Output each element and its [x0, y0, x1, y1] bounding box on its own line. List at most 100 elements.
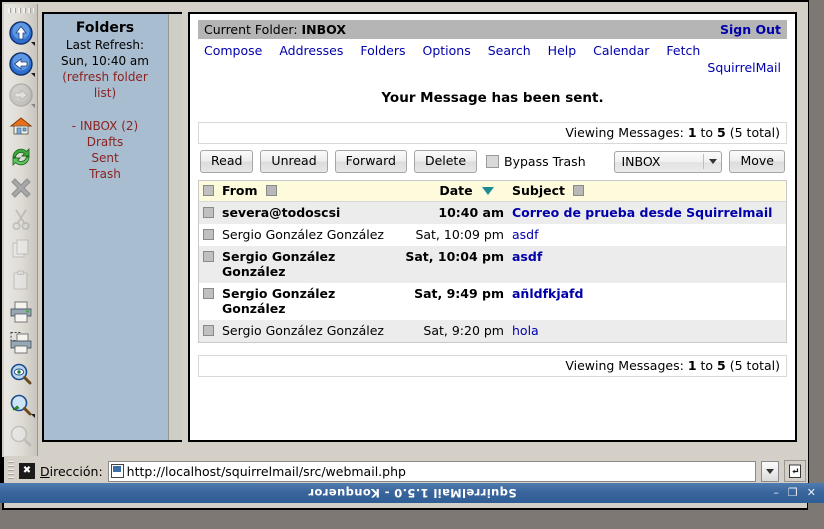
sign-out-link[interactable]: Sign Out	[720, 22, 781, 37]
row-checkbox-cell[interactable]	[199, 283, 219, 320]
row-subject-link[interactable]: hola	[512, 323, 539, 338]
select-arrow-box[interactable]	[703, 154, 721, 169]
forward-button[interactable]: Forward	[335, 150, 407, 173]
row-subject[interactable]: asdf	[508, 224, 787, 246]
current-folder-text: Current Folder: INBOX	[204, 22, 346, 37]
up-icon[interactable]	[6, 18, 36, 48]
bypass-trash-checkbox[interactable]	[486, 155, 499, 168]
folder-frame-scrollbar[interactable]	[168, 14, 182, 440]
table-row[interactable]: severa@todoscsi 10:40 am Correo de prueb…	[199, 202, 787, 225]
message-list-table: From Date Subject	[198, 180, 787, 343]
sort-date-descending-icon[interactable]	[482, 187, 494, 195]
row-checkbox[interactable]	[203, 251, 214, 262]
move-button[interactable]: Move	[729, 150, 785, 173]
sort-from-icon[interactable]	[266, 185, 277, 196]
url-history-dropdown[interactable]	[761, 461, 779, 482]
folder-label-trash[interactable]: Trash	[89, 167, 121, 181]
folder-label-drafts[interactable]: Drafts	[87, 135, 124, 149]
unread-button[interactable]: Unread	[260, 150, 327, 173]
row-checkbox-cell[interactable]	[199, 224, 219, 246]
chevron-down-icon	[766, 469, 774, 474]
sort-subject-icon[interactable]	[573, 185, 584, 196]
folder-item-sent[interactable]: Sent	[48, 150, 162, 166]
folder-item-drafts[interactable]: Drafts	[48, 134, 162, 150]
maximize-button[interactable]: ❐	[788, 488, 798, 498]
refresh-folder-list-link[interactable]: (refresh folder	[48, 69, 162, 85]
row-subject[interactable]: asdf	[508, 246, 787, 283]
folder-label-sent[interactable]: Sent	[91, 151, 118, 165]
select-all-checkbox[interactable]	[203, 185, 214, 196]
clear-location-icon[interactable]: ✖	[19, 463, 35, 479]
row-checkbox[interactable]	[203, 325, 214, 336]
table-row[interactable]: Sergio González González Sat, 9:20 pm ho…	[199, 320, 787, 343]
address-label-accel: D	[40, 464, 50, 479]
message-list-header: From Date Subject	[199, 181, 787, 202]
row-checkbox[interactable]	[203, 288, 214, 299]
zoom-in-icon[interactable]	[6, 390, 36, 420]
row-subject-link[interactable]: asdf	[512, 227, 539, 242]
row-from: Sergio González González	[218, 246, 388, 283]
back-icon[interactable]	[6, 49, 36, 79]
read-button[interactable]: Read	[200, 150, 253, 173]
delete-button[interactable]: Delete	[414, 150, 477, 173]
nav-link-folders[interactable]: Folders	[360, 43, 405, 58]
up-menu-arrow-icon[interactable]	[31, 42, 35, 46]
row-checkbox-cell[interactable]	[199, 320, 219, 343]
row-subject-link[interactable]: añldfkjafd	[512, 286, 583, 301]
folder-label-inbox[interactable]: INBOX (2)	[80, 119, 138, 133]
toolbar-grip[interactable]	[8, 5, 34, 16]
close-button[interactable]: ✕	[807, 488, 816, 498]
nav-link-search[interactable]: Search	[488, 43, 531, 58]
header-select-all[interactable]	[199, 181, 219, 202]
back-menu-arrow-icon[interactable]	[31, 73, 35, 77]
row-subject-link[interactable]: asdf	[512, 249, 542, 264]
move-target-select[interactable]: INBOX	[614, 151, 722, 173]
minimize-button[interactable]: –	[773, 488, 779, 498]
header-from[interactable]: From	[218, 181, 388, 202]
nav-link-fetch[interactable]: Fetch	[666, 43, 700, 58]
window-title-bar[interactable]: SquirrelMail 1.5.0 - Konqueror – ❐ ✕	[0, 483, 824, 503]
nav-link-options[interactable]: Options	[422, 43, 470, 58]
print-icon[interactable]	[6, 297, 36, 327]
folder-item-inbox[interactable]: - INBOX (2)	[48, 118, 162, 134]
home-icon[interactable]	[6, 111, 36, 141]
zoom-menu-arrow-icon[interactable]	[31, 414, 35, 418]
nav-link-addresses[interactable]: Addresses	[279, 43, 343, 58]
folder-expander-icon[interactable]: -	[72, 119, 76, 133]
viewing-suffix-top: (5 total)	[730, 125, 780, 140]
row-date: 10:40 am	[388, 202, 508, 225]
bypass-trash-control[interactable]: Bypass Trash	[486, 154, 586, 169]
row-checkbox[interactable]	[203, 229, 214, 240]
row-checkbox[interactable]	[203, 207, 214, 218]
reload-icon[interactable]	[6, 142, 36, 172]
viewing-mid-bottom: to	[701, 358, 714, 373]
table-row[interactable]: Sergio González González Sat, 9:49 pm añ…	[199, 283, 787, 320]
print-preview-icon[interactable]	[6, 328, 36, 358]
address-bar-grip[interactable]	[8, 461, 14, 481]
table-row[interactable]: Sergio González González Sat, 10:09 pm a…	[199, 224, 787, 246]
row-subject[interactable]: añldfkjafd	[508, 283, 787, 320]
stop-icon	[6, 173, 36, 203]
nav-link-calendar[interactable]: Calendar	[593, 43, 649, 58]
folder-item-trash[interactable]: Trash	[48, 166, 162, 182]
row-date: Sat, 9:20 pm	[388, 320, 508, 343]
nav-link-compose[interactable]: Compose	[204, 43, 262, 58]
message-actions-toolbar: Read Unread Forward Delete Bypass Trash …	[198, 144, 787, 180]
go-button[interactable]	[784, 460, 806, 482]
row-checkbox-cell[interactable]	[199, 202, 219, 225]
forward-icon	[6, 80, 36, 110]
refresh-folder-list-link-cont[interactable]: list)	[48, 85, 162, 101]
table-row[interactable]: Sergio González González Sat, 10:04 pm a…	[199, 246, 787, 283]
nav-link-help[interactable]: Help	[548, 43, 577, 58]
row-subject-link[interactable]: Correo de prueba desde Squirrelmail	[512, 205, 772, 220]
find-icon[interactable]	[6, 359, 36, 389]
header-subject[interactable]: Subject	[508, 181, 787, 202]
message-list-body: severa@todoscsi 10:40 am Correo de prueb…	[199, 202, 787, 343]
url-input[interactable]: http://localhost/squirrelmail/src/webmai…	[108, 461, 756, 482]
row-subject[interactable]: Correo de prueba desde Squirrelmail	[508, 202, 787, 225]
row-checkbox-cell[interactable]	[199, 246, 219, 283]
mail-nav-links: Compose Addresses Folders Options Search Help…	[204, 42, 674, 59]
header-date[interactable]: Date	[388, 181, 508, 202]
row-subject[interactable]: hola	[508, 320, 787, 343]
viewing-from-bottom: 1	[688, 358, 697, 373]
